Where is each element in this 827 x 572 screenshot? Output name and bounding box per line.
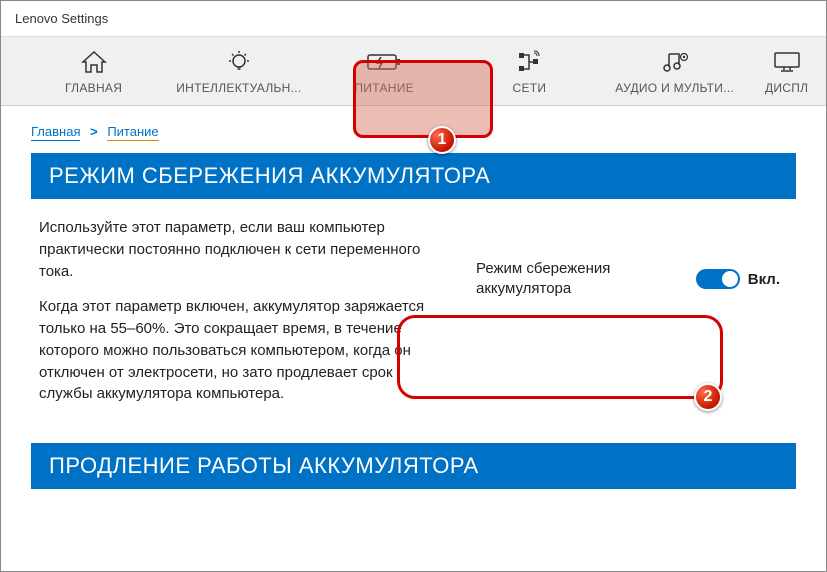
network-icon [515,49,543,75]
bulb-icon [227,49,251,75]
window-title: Lenovo Settings [15,11,108,26]
app-window: Lenovo Settings ГЛАВНАЯ ИНТЕЛЛЕКТУАЛЬН..… [0,0,827,572]
switch-knob [722,271,738,287]
battery-conservation-toggle-row: Режим сбережения аккумулятора Вкл. [468,253,788,306]
tab-home[interactable]: ГЛАВНАЯ [21,37,166,105]
tab-bar: ГЛАВНАЯ ИНТЕЛЛЕКТУАЛЬН... ПИТАНИЕ СЕТИ А… [1,37,826,106]
tab-label: ИНТЕЛЛЕКТУАЛЬН... [176,81,301,95]
switch-state-label: Вкл. [748,271,780,288]
tab-label: АУДИО И МУЛЬТИ... [615,81,734,95]
window-titlebar: Lenovo Settings [1,1,826,37]
section-description: Используйте этот параметр, если ваш комп… [39,217,444,419]
breadcrumb-separator: > [90,124,98,139]
toggle-label: Режим сбережения аккумулятора [476,259,678,300]
tab-power[interactable]: ПИТАНИЕ [312,37,457,105]
tab-audio[interactable]: АУДИО И МУЛЬТИ... [602,37,747,105]
section-extend-battery-header: ПРОДЛЕНИЕ РАБОТЫ АККУМУЛЯТОРА [31,443,796,489]
section-battery-conservation-body: Используйте этот параметр, если ваш комп… [31,199,796,443]
tab-smart[interactable]: ИНТЕЛЛЕКТУАЛЬН... [166,37,311,105]
tab-label: СЕТИ [513,81,547,95]
audio-icon [661,49,689,75]
battery-conservation-switch[interactable] [696,269,740,289]
breadcrumb-home-link[interactable]: Главная [31,124,80,141]
tab-label: ГЛАВНАЯ [65,81,122,95]
home-icon [81,49,107,75]
battery-icon [367,49,401,75]
tab-label: ПИТАНИЕ [354,81,414,95]
tab-network[interactable]: СЕТИ [457,37,602,105]
tab-label: ДИСПЛ [765,81,808,95]
toggle-panel: Режим сбережения аккумулятора Вкл. [468,217,788,419]
description-para-2: Когда этот параметр включен, аккумулятор… [39,296,444,405]
display-icon [773,49,801,75]
breadcrumb-current[interactable]: Питание [107,124,158,141]
content-area: Главная > Питание РЕЖИМ СБЕРЕЖЕНИЯ АККУМ… [1,106,826,571]
tab-display[interactable]: ДИСПЛ [747,37,826,105]
description-para-1: Используйте этот параметр, если ваш комп… [39,217,444,282]
section-battery-conservation-header: РЕЖИМ СБЕРЕЖЕНИЯ АККУМУЛЯТОРА [31,153,796,199]
toggle-control: Вкл. [696,269,780,289]
breadcrumb: Главная > Питание [31,124,796,139]
